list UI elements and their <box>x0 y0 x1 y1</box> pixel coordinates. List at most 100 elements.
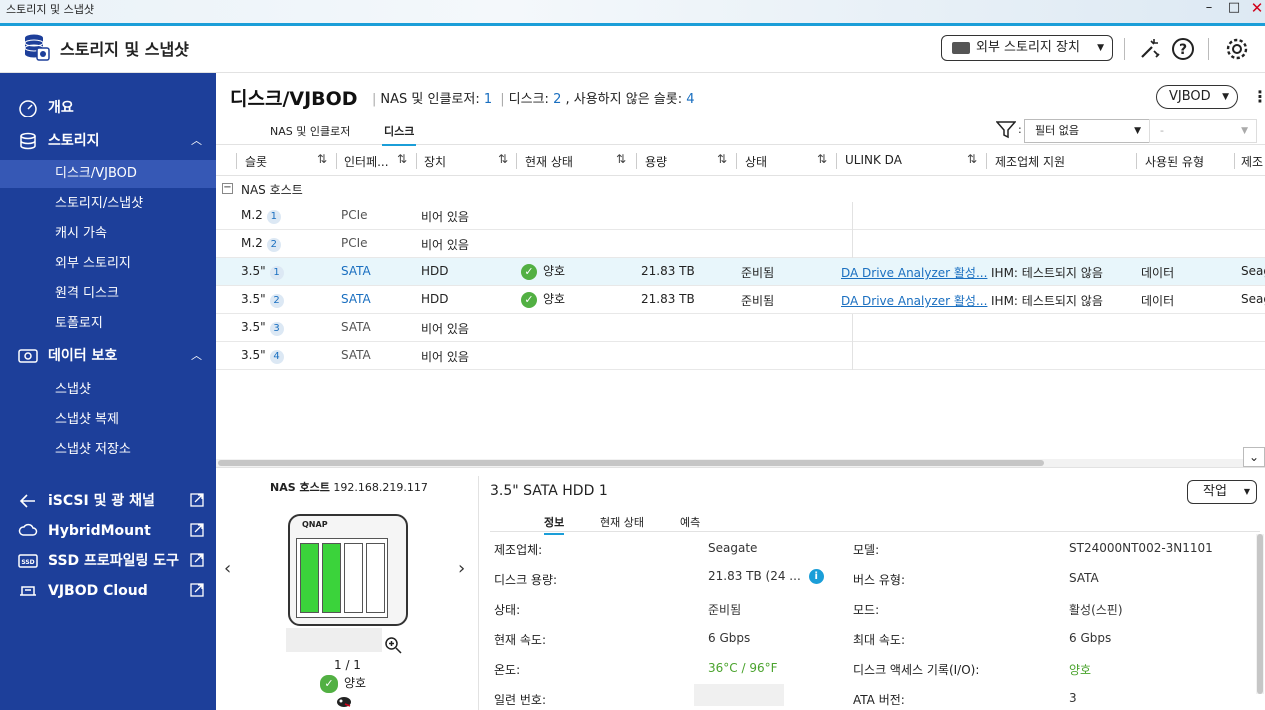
tab-info[interactable]: 정보 <box>544 514 565 535</box>
table-row[interactable]: 3.5" 3 SATA 비어 있음 <box>216 314 1265 342</box>
external-storage-dropdown[interactable]: 외부 스토리지 장치 ▼ <box>941 35 1113 61</box>
close-button[interactable]: ✕ <box>1247 0 1265 20</box>
sidebar-link-iscsi[interactable]: iSCSI 및 광 채널 <box>0 486 216 516</box>
summary-nas-label: NAS 및 인클로저: <box>380 92 480 107</box>
tab-prediction[interactable]: 예측 <box>680 514 700 530</box>
table-row[interactable]: 3.5" 4 SATA 비어 있음 <box>216 342 1265 370</box>
row-divider <box>852 230 853 258</box>
ulink-da-link[interactable]: DA Drive Analyzer 활성... <box>841 292 987 309</box>
sort-icon[interactable]: ⇅ <box>397 152 407 166</box>
col-used-type[interactable]: 사용된 유형 <box>1145 153 1204 170</box>
sidebar-item-snapshot-vault[interactable]: 스냅샷 저장소 <box>0 436 216 464</box>
sidebar-item-snapshot[interactable]: 스냅샷 <box>0 376 216 404</box>
sidebar-item-storage-snapshots[interactable]: 스토리지/스냅샷 <box>0 190 216 218</box>
sort-icon[interactable]: ⇅ <box>498 152 508 166</box>
filter-icon[interactable] <box>996 121 1016 139</box>
col-vendor-support[interactable]: 제조업체 지원 <box>995 153 1065 170</box>
sidebar-link-hybridmount[interactable]: HybridMount <box>0 516 216 546</box>
horizontal-scrollbar[interactable] <box>216 459 1246 467</box>
sidebar-item-external-storage[interactable]: 외부 스토리지 <box>0 250 216 278</box>
drive-bay-2[interactable] <box>322 543 341 613</box>
collapse-panel-icon[interactable]: ⌄ <box>1243 447 1265 467</box>
window-titlebar: 스토리지 및 스냅샷 – □ ✕ <box>0 0 1265 26</box>
prev-device-icon[interactable]: ‹ <box>224 558 231 579</box>
more-menu-icon[interactable]: ⋮ <box>1252 87 1265 106</box>
col-interface[interactable]: 인터페... <box>344 153 389 170</box>
detail-value: 3 <box>1069 691 1077 705</box>
data-protect-icon <box>18 349 38 363</box>
drive-bay-1[interactable] <box>300 543 319 613</box>
sidebar-item-remote-disk[interactable]: 원격 디스크 <box>0 280 216 308</box>
sort-icon[interactable]: ⇅ <box>317 152 327 166</box>
sidebar-link-vjbod-cloud[interactable]: VJBOD Cloud <box>0 576 216 606</box>
table-row[interactable]: M.2 1 PCIe 비어 있음 <box>216 202 1265 230</box>
sidebar-item-cache[interactable]: 캐시 가속 <box>0 220 216 248</box>
sort-icon[interactable]: ⇅ <box>616 152 626 166</box>
tab-health[interactable]: 현재 상태 <box>600 514 644 530</box>
scrollbar-thumb[interactable] <box>218 460 1044 466</box>
col-health[interactable]: 현재 상태 <box>525 153 573 170</box>
zoom-in-icon[interactable] <box>384 636 402 654</box>
detail-value: Seagate <box>708 541 758 555</box>
sidebar-item-label: 스냅샷 복제 <box>55 412 119 427</box>
sidebar-item-label: 캐시 가속 <box>55 226 107 241</box>
tab-disks[interactable]: 디스크 <box>382 123 417 146</box>
maximize-button[interactable]: □ <box>1224 0 1244 20</box>
column-divider <box>1234 153 1235 169</box>
tab-nas-enclosure[interactable]: NAS 및 인클로저 <box>270 123 350 139</box>
action-button[interactable]: 작업 ▼ <box>1187 480 1257 504</box>
detail-tabs: 정보 현재 상태 예측 <box>490 510 1260 535</box>
filter-select[interactable]: 필터 없음 ▼ <box>1024 119 1150 143</box>
table-row-selected[interactable]: 3.5" 1 SATA HDD ✓ 양호 21.83 TB 준비됨 DA Drive… <box>216 258 1265 286</box>
col-status[interactable]: 상태 <box>745 153 767 170</box>
next-device-icon[interactable]: › <box>458 558 465 579</box>
drive-bay-3[interactable] <box>344 543 363 613</box>
main-header: 디스크/VJBOD | NAS 및 인클로저: 1 | 디스크: 2 , 사용하지 … <box>216 73 1265 117</box>
vertical-scrollbar[interactable] <box>1256 534 1264 694</box>
sidebar-item-data-protection[interactable]: 데이터 보호 ︿ <box>0 341 216 371</box>
sidebar-item-label: SSD 프로파일링 도구 <box>48 553 180 569</box>
minimize-button[interactable]: – <box>1199 0 1219 20</box>
cell-slot: M.2 1 <box>241 208 281 224</box>
collapse-toggle-icon[interactable]: − <box>222 183 233 194</box>
cell-interface: SATA <box>341 348 371 362</box>
check-icon: ✓ <box>320 674 338 693</box>
info-icon[interactable]: i <box>808 569 824 584</box>
ulink-da-link[interactable]: DA Drive Analyzer 활성... <box>841 264 987 281</box>
col-capacity[interactable]: 용량 <box>645 153 667 170</box>
cell-device: 비어 있음 <box>421 322 469 336</box>
sidebar-item-snapshot-replica[interactable]: 스냅샷 복제 <box>0 406 216 434</box>
row-divider <box>852 202 853 230</box>
sidebar-link-ssd-profiling[interactable]: SSD SSD 프로파일링 도구 <box>0 546 216 576</box>
scrollbar-thumb[interactable] <box>1257 534 1263 694</box>
slot-number-badge: 4 <box>269 350 284 364</box>
gear-icon[interactable] <box>1225 37 1249 61</box>
detail-label: 모델: <box>853 543 880 557</box>
sidebar-item-disks-vjbod[interactable]: 디스크/VJBOD <box>0 160 216 188</box>
sidebar-item-storage[interactable]: 스토리지 ︿ <box>0 126 216 156</box>
sort-icon[interactable]: ⇅ <box>967 152 977 166</box>
filter-colon: : <box>1018 123 1022 136</box>
sort-icon[interactable]: ⇅ <box>817 152 827 166</box>
summary-line: | NAS 및 인클로저: 1 | 디스크: 2 , 사용하지 않은 슬롯: 4 <box>372 92 695 107</box>
tools-icon[interactable] <box>1138 37 1162 61</box>
drive-bay-4[interactable] <box>366 543 385 613</box>
col-slot[interactable]: 슬롯 <box>245 153 267 170</box>
group-nas-host[interactable]: − NAS 호스트 <box>216 176 1265 202</box>
help-icon[interactable]: ? <box>1171 37 1195 61</box>
sort-icon[interactable]: ⇅ <box>717 152 727 166</box>
table-row[interactable]: 3.5" 2 SATA HDD ✓ 양호 21.83 TB 준비됨 DA Drive… <box>216 286 1265 314</box>
sidebar-item-overview[interactable]: 개요 <box>0 93 216 123</box>
nas-device-illustration[interactable]: QNAP <box>288 514 408 626</box>
row-divider <box>852 314 853 342</box>
col-maker[interactable]: 제조 <box>1241 153 1263 170</box>
table-row[interactable]: M.2 2 PCIe 비어 있음 <box>216 230 1265 258</box>
vjbod-button[interactable]: VJBOD ▼ <box>1156 85 1238 109</box>
col-ulink-da[interactable]: ULINK DA <box>845 153 902 167</box>
col-device[interactable]: 장치 <box>424 153 446 170</box>
sidebar-item-topology[interactable]: 토폴로지 <box>0 310 216 338</box>
chevron-down-icon: ▼ <box>1222 92 1229 102</box>
chevron-down-icon: ▼ <box>1241 126 1248 136</box>
sidebar-item-label: 원격 디스크 <box>55 286 119 301</box>
secondary-filter-select[interactable]: - ▼ <box>1149 119 1257 143</box>
